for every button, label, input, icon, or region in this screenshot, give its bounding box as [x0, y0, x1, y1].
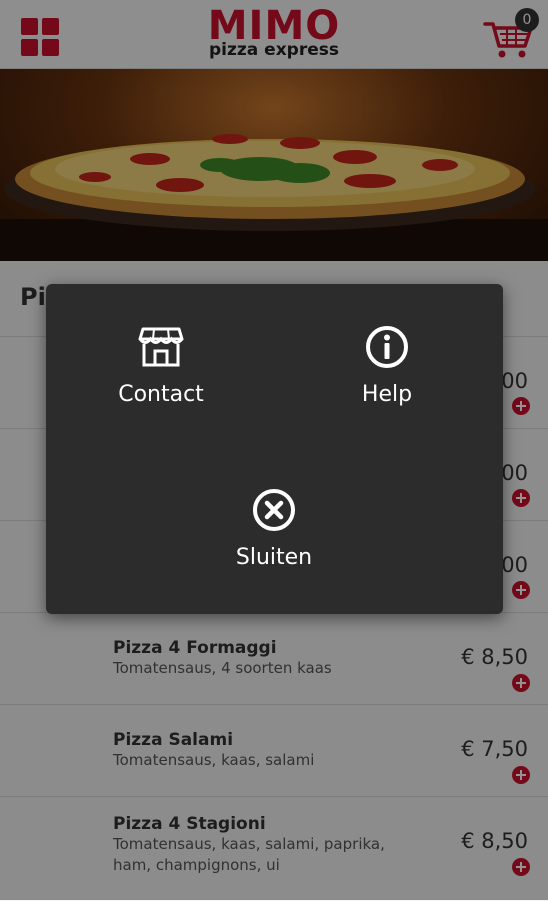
options-modal: Contact Help Sluiten	[46, 284, 503, 614]
help-label: Help	[361, 382, 413, 407]
contact-label: Contact	[118, 382, 204, 407]
store-icon	[138, 327, 184, 367]
contact-button[interactable]: Contact	[101, 324, 221, 407]
close-button[interactable]: Sluiten	[214, 487, 334, 570]
info-icon	[366, 326, 408, 368]
help-button[interactable]: Help	[327, 324, 447, 407]
close-label: Sluiten	[235, 545, 313, 570]
close-circle-icon	[253, 489, 295, 531]
